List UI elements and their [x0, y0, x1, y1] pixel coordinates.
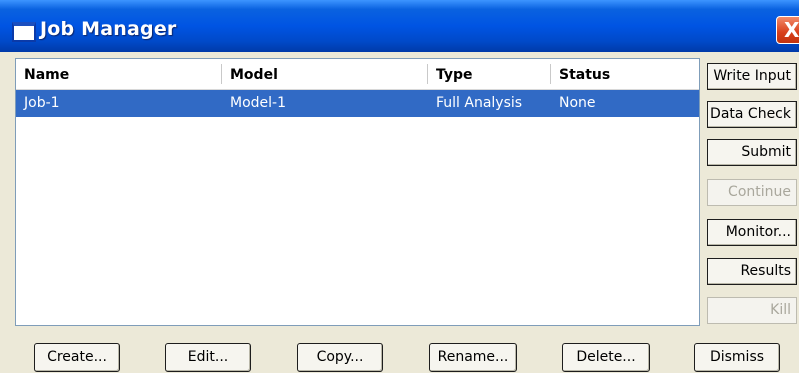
window-title: Job Manager — [40, 18, 177, 40]
title-bar[interactable]: Job Manager X — [0, 0, 799, 52]
close-button[interactable]: X — [776, 16, 799, 44]
results-button[interactable]: Results — [707, 258, 797, 285]
rename-button[interactable]: Rename... — [429, 343, 517, 372]
job-name-cell: Job-1 — [24, 95, 60, 111]
column-header-status[interactable]: Status — [551, 59, 699, 89]
job-manager-dialog: Job Manager X Name Model Type Status Job… — [0, 0, 799, 373]
table-row[interactable]: Job-1 Model-1 Full Analysis None — [16, 90, 699, 117]
continue-button[interactable]: Continue — [707, 179, 797, 206]
column-header-model[interactable]: Model — [222, 59, 427, 89]
copy-button[interactable]: Copy... — [297, 343, 383, 372]
jobs-list[interactable]: Name Model Type Status Job-1 Model-1 Ful… — [15, 58, 700, 326]
list-header: Name Model Type Status — [16, 59, 699, 90]
edit-button[interactable]: Edit... — [165, 343, 251, 372]
window-icon — [12, 22, 36, 42]
kill-button[interactable]: Kill — [707, 297, 797, 324]
delete-button[interactable]: Delete... — [562, 343, 650, 372]
monitor-button[interactable]: Monitor... — [707, 219, 797, 246]
column-header-name[interactable]: Name — [16, 59, 221, 89]
write-input-button[interactable]: Write Input — [707, 63, 797, 90]
job-model-cell: Model-1 — [230, 95, 286, 111]
dismiss-button[interactable]: Dismiss — [694, 343, 780, 372]
data-check-button[interactable]: Data Check — [707, 101, 797, 128]
job-status-cell: None — [559, 95, 596, 111]
close-icon: X — [784, 18, 799, 42]
column-header-type[interactable]: Type — [428, 59, 550, 89]
job-type-cell: Full Analysis — [436, 95, 523, 111]
submit-button[interactable]: Submit — [707, 139, 797, 166]
create-button[interactable]: Create... — [34, 343, 120, 372]
